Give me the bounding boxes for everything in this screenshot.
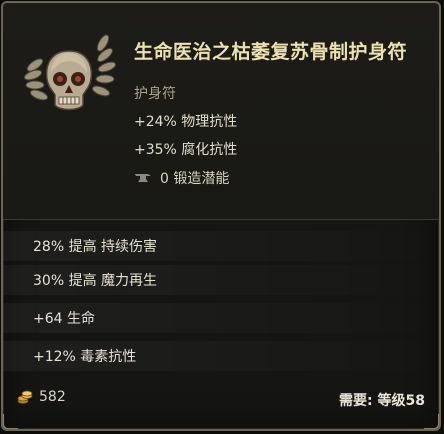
affix-row: +12% 毒素抗性 [3, 341, 439, 371]
corner-ornament [424, 414, 439, 429]
implicit-stat: +24% 物理抗性 [134, 114, 238, 130]
forge-potential: 0 锻造潜能 [134, 168, 229, 188]
item-value: 582 [17, 389, 66, 405]
gold-coin-icon [17, 390, 33, 404]
affix-text: +64 生命 [33, 311, 95, 327]
corner-ornament [3, 414, 18, 429]
item-value-text: 582 [39, 389, 66, 405]
anvil-icon [135, 174, 151, 182]
affix-text: +12% 毒素抗性 [33, 349, 137, 365]
affix-row: 28% 提高 持续伤害 [3, 231, 439, 261]
tooltip-header: 生命医治之枯萎复苏骨制护身符 护身符 +24% 物理抗性 +35% 腐化抗性 0… [3, 3, 439, 219]
affix-text: 30% 提高 魔力再生 [33, 273, 158, 289]
item-type: 护身符 [134, 86, 176, 102]
level-requirement: 需要: 等级58 [339, 393, 425, 409]
affix-text: 28% 提高 持续伤害 [33, 239, 158, 255]
forge-potential-text: 0 锻造潜能 [160, 171, 230, 187]
header-divider [3, 219, 439, 220]
item-tooltip: 生命医治之枯萎复苏骨制护身符 护身符 +24% 物理抗性 +35% 腐化抗性 0… [1, 1, 441, 431]
skull-amulet-icon [17, 25, 121, 125]
item-title: 生命医治之枯萎复苏骨制护身符 [134, 41, 408, 63]
affix-row: +64 生命 [3, 303, 439, 333]
implicit-stat: +35% 腐化抗性 [134, 142, 238, 158]
affix-row: 30% 提高 魔力再生 [3, 265, 439, 295]
